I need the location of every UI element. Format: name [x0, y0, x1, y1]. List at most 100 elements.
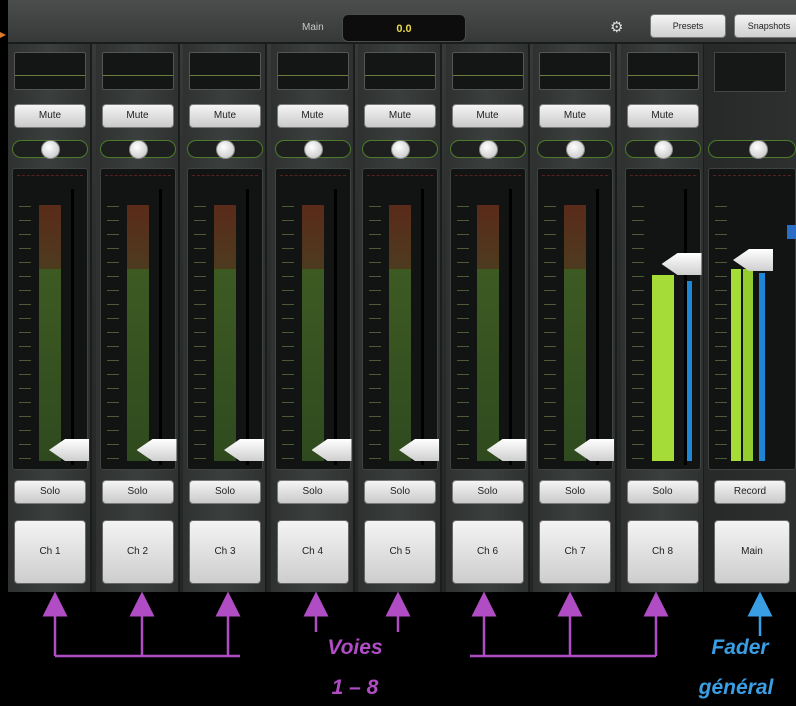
- mute-button[interactable]: Mute: [451, 104, 524, 128]
- pan-knob[interactable]: [391, 140, 410, 159]
- channel-strip: Mute Solo Ch 5: [358, 44, 442, 592]
- channel-name-button[interactable]: Ch 2: [101, 520, 174, 584]
- eq-curve: [190, 75, 260, 76]
- channel-fader[interactable]: [537, 168, 614, 470]
- master-fader-handle[interactable]: [733, 249, 773, 271]
- meter-zone: [476, 269, 499, 461]
- presets-button[interactable]: Presets: [650, 14, 726, 38]
- eq-display[interactable]: [539, 52, 611, 90]
- eq-display[interactable]: [451, 52, 524, 90]
- pan-slider[interactable]: [12, 140, 88, 159]
- channel-name-button[interactable]: Ch 8: [626, 520, 699, 584]
- eq-display[interactable]: [276, 52, 349, 90]
- channel-fader[interactable]: [449, 168, 527, 470]
- pan-knob[interactable]: [749, 140, 768, 159]
- master-level-indicator: [759, 273, 765, 461]
- pan-slider[interactable]: [362, 140, 438, 159]
- fader-track: [508, 189, 512, 465]
- meter-zone: [301, 269, 324, 461]
- eq-display[interactable]: [189, 52, 261, 90]
- meter-peak-zone: [389, 205, 411, 269]
- channel-fader[interactable]: [274, 168, 352, 470]
- solo-button[interactable]: Solo: [626, 480, 699, 504]
- channel-fader[interactable]: [362, 168, 439, 470]
- channel-strip: Mute Solo Ch 2: [95, 44, 180, 592]
- channels-annotation-line2: 1 – 8: [331, 676, 379, 699]
- snapshots-button[interactable]: Snapshots: [734, 14, 796, 38]
- pan-knob[interactable]: [653, 140, 673, 159]
- eq-curve: [102, 75, 173, 76]
- channel-strip: Mute Solo Ch 4: [270, 44, 355, 592]
- master-meter-right: [743, 269, 753, 461]
- channel-name-button[interactable]: Ch 6: [451, 520, 524, 584]
- pan-knob[interactable]: [128, 140, 148, 159]
- eq-curve: [452, 75, 523, 76]
- master-pan-slider[interactable]: [708, 140, 796, 159]
- clip-line: [542, 175, 608, 176]
- channel-fader[interactable]: [12, 168, 89, 470]
- mute-button[interactable]: Mute: [14, 104, 86, 128]
- mute-button[interactable]: Mute: [101, 104, 174, 128]
- pan-slider[interactable]: [99, 140, 176, 159]
- fader-scale: [194, 193, 206, 463]
- pan-slider[interactable]: [624, 140, 701, 159]
- top-bar: Main 0.0 ⚙ Presets Snapshots: [8, 0, 796, 44]
- eq-curve: [627, 75, 698, 76]
- channel-name-button[interactable]: Ch 5: [364, 520, 436, 584]
- master-fader[interactable]: [708, 168, 796, 470]
- pan-slider[interactable]: [187, 140, 263, 159]
- master-display: [714, 52, 786, 92]
- mute-button[interactable]: Mute: [626, 104, 699, 128]
- pan-slider[interactable]: [274, 140, 351, 159]
- channel-name-button[interactable]: Ch 1: [14, 520, 86, 584]
- clip-line: [192, 175, 258, 176]
- annotation-area: Voies 1 – 8 Fader général: [0, 592, 796, 706]
- pan-knob[interactable]: [303, 140, 323, 159]
- mute-button[interactable]: Mute: [539, 104, 611, 128]
- pan-slider[interactable]: [537, 140, 613, 159]
- solo-button[interactable]: Solo: [539, 480, 611, 504]
- eq-display[interactable]: [14, 52, 86, 90]
- mute-button[interactable]: Mute: [189, 104, 261, 128]
- channel-strip: Mute Solo Ch 7: [533, 44, 617, 592]
- channel-name-button[interactable]: Ch 4: [276, 520, 349, 584]
- mute-button[interactable]: Mute: [276, 104, 349, 128]
- eq-display[interactable]: [364, 52, 436, 90]
- meter-peak-zone: [564, 205, 586, 269]
- eq-display[interactable]: [101, 52, 174, 90]
- gear-icon[interactable]: ⚙: [610, 20, 623, 35]
- pan-knob[interactable]: [478, 140, 498, 159]
- channel-fader[interactable]: [624, 168, 702, 470]
- channel-name-button[interactable]: Ch 7: [539, 520, 611, 584]
- eq-curve: [365, 75, 435, 76]
- solo-button[interactable]: Solo: [189, 480, 261, 504]
- fader-scale: [544, 193, 556, 463]
- clip-line: [629, 175, 696, 176]
- pan-knob[interactable]: [41, 140, 60, 159]
- channel-fader[interactable]: [99, 168, 177, 470]
- channel-fader[interactable]: [187, 168, 264, 470]
- meter-zone: [39, 269, 61, 461]
- clip-line: [279, 175, 346, 176]
- pan-slider[interactable]: [449, 140, 526, 159]
- pointer-arrow: [0, 28, 6, 42]
- mute-button[interactable]: Mute: [364, 104, 436, 128]
- solo-button[interactable]: Solo: [101, 480, 174, 504]
- pan-knob[interactable]: [216, 140, 235, 159]
- eq-display[interactable]: [626, 52, 699, 90]
- solo-button[interactable]: Solo: [14, 480, 86, 504]
- channel-strip: Mute Solo Ch 1: [8, 44, 92, 592]
- master-meter-left: [731, 269, 741, 461]
- solo-button[interactable]: Solo: [364, 480, 436, 504]
- solo-button[interactable]: Solo: [276, 480, 349, 504]
- fader-handle[interactable]: [661, 253, 702, 275]
- pan-knob[interactable]: [566, 140, 585, 159]
- fader-scale: [456, 193, 469, 463]
- main-level-label: Main: [302, 22, 324, 33]
- fader-track: [421, 189, 424, 465]
- channel-name-button[interactable]: Ch 3: [189, 520, 261, 584]
- master-main-button[interactable]: Main: [714, 520, 790, 584]
- solo-button[interactable]: Solo: [451, 480, 524, 504]
- record-button[interactable]: Record: [714, 480, 786, 504]
- meter-zone: [214, 269, 236, 461]
